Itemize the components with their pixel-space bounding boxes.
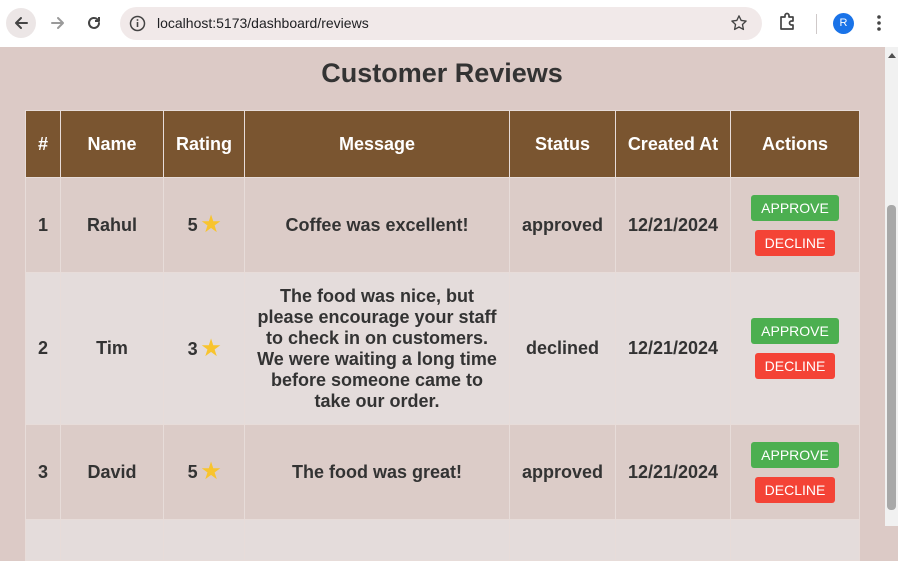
review-id: 2 [25,272,61,425]
review-created-at: 12/21/2024 [615,272,731,425]
column-header-status: Status [509,110,616,178]
review-rating: 5 ★ [163,424,245,520]
approve-button[interactable]: APPROVE [751,441,839,468]
review-id: 1 [25,177,61,273]
review-id: 3 [25,424,61,520]
column-header-message: Message [244,110,510,178]
column-header-created-at: Created At [615,110,731,178]
review-message: Coffee was excellent! [244,177,510,273]
review-status: declined [509,272,616,425]
rating-value: 3 [187,338,198,359]
review-message: The food was nice, but please encourage … [244,272,510,425]
table-row: 2 Tim 3 ★ The food was nice, but please e… [25,272,860,425]
decline-button[interactable]: DECLINE [755,476,835,503]
star-icon: ★ [201,336,221,360]
forward-button[interactable] [43,8,73,38]
page-title: Customer Reviews [321,58,563,88]
site-info-icon[interactable] [129,15,146,32]
forward-icon [51,17,64,29]
review-name: David [60,424,164,520]
column-header-actions: Actions [730,110,860,178]
star-icon: ★ [201,460,221,483]
review-status: approved [509,424,616,520]
reload-button[interactable] [79,8,109,38]
table-header-row: # Name Rating Message Status Created At … [25,110,860,178]
review-actions: APPROVE DECLINE [730,177,860,273]
rating-value: 5 [187,462,198,482]
review-created-at: 12/21/2024 [615,177,731,273]
scroll-thumb[interactable] [887,205,896,510]
profile-avatar[interactable]: R [833,13,854,34]
approve-button[interactable]: APPROVE [751,194,839,221]
menu-icon[interactable] [870,12,888,34]
toolbar-divider [816,14,817,34]
page-scrollbar[interactable] [885,47,898,526]
table-row: 3 David 5 ★ The food was great! approved … [25,424,860,520]
address-bar[interactable]: localhost:5173/dashboard/reviews [120,7,762,40]
column-header-rating: Rating [163,110,245,178]
table-row: 1 Rahul 5 ★ Coffee was excellent! approve… [25,177,860,273]
bookmark-star-icon[interactable] [730,14,748,32]
review-created-at: 12/21/2024 [615,424,731,520]
extensions-icon[interactable] [777,11,799,33]
column-header-number: # [25,110,61,178]
decline-button[interactable]: DECLINE [755,353,835,379]
approve-button[interactable]: APPROVE [751,318,839,344]
scroll-up-arrow-icon[interactable] [888,53,896,58]
column-header-name: Name [60,110,164,178]
review-name: Rahul [60,177,164,273]
review-rating: 3 ★ [163,272,245,425]
review-actions: APPROVE DECLINE [730,272,860,425]
decline-button[interactable]: DECLINE [755,229,835,256]
rating-value: 5 [187,215,198,235]
back-button[interactable] [6,8,36,38]
review-name: Tim [60,272,164,425]
url-text[interactable]: localhost:5173/dashboard/reviews [157,7,369,40]
star-icon: ★ [201,213,221,236]
review-actions: APPROVE DECLINE [730,424,860,520]
review-status: approved [509,177,616,273]
review-rating: 5 ★ [163,177,245,273]
reviews-table: # Name Rating Message Status Created At … [25,110,860,561]
back-icon [15,17,28,29]
review-message: The food was great! [244,424,510,520]
reload-icon [88,16,100,29]
browser-toolbar: localhost:5173/dashboard/reviews R [0,0,898,47]
